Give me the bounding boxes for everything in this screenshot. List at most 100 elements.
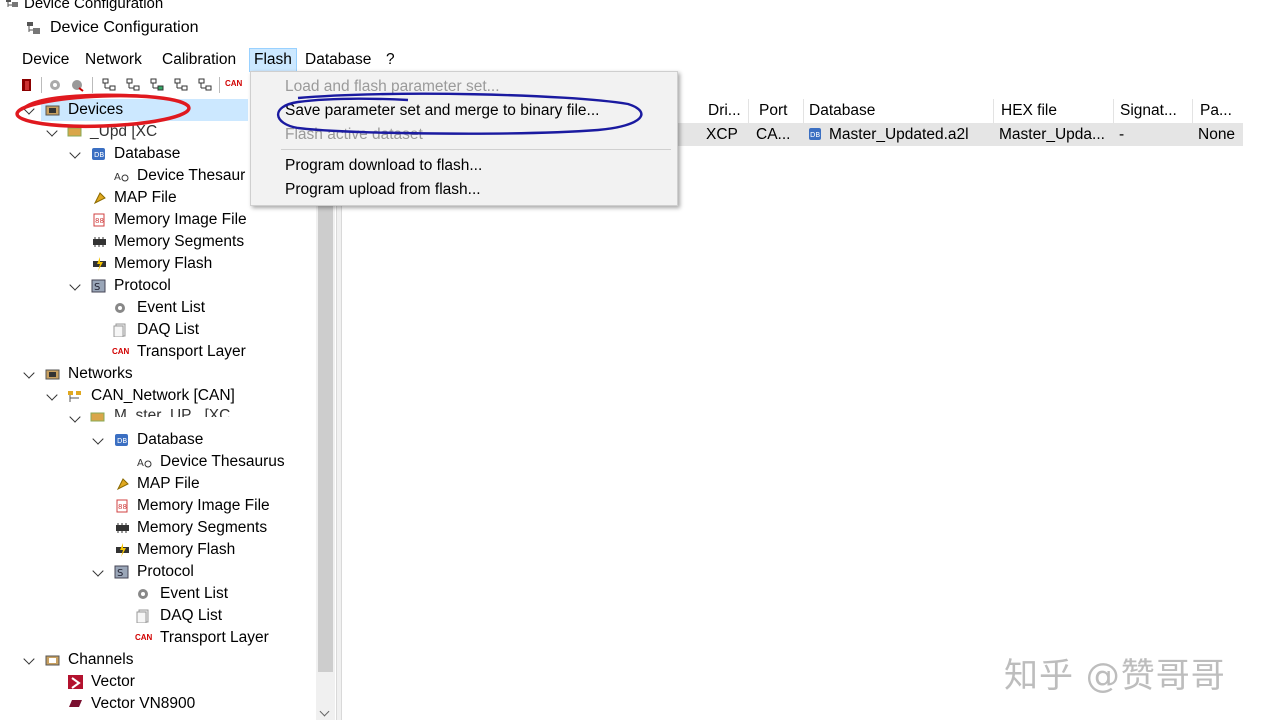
- tree-item-database[interactable]: Database: [114, 143, 180, 165]
- can-network-icon: [68, 391, 81, 402]
- cell-driver: XCP: [706, 126, 738, 143]
- chevron-down-icon[interactable]: [92, 433, 104, 445]
- map-file-icon: [93, 192, 106, 205]
- menu-device[interactable]: Device: [18, 49, 73, 71]
- can-icon: CAN: [135, 633, 153, 642]
- tree-item-memory-image-file[interactable]: Memory Image File: [114, 209, 247, 231]
- column-header-parameter[interactable]: Pa...: [1195, 99, 1243, 123]
- menu-item-program-download[interactable]: Program download to flash...: [285, 155, 482, 177]
- event-list-icon: [115, 303, 125, 313]
- window-subtitle: Device Configuration: [50, 19, 199, 36]
- database-icon: DB: [809, 128, 821, 140]
- memory-image-icon: 88: [93, 213, 105, 227]
- can-icon[interactable]: CAN: [225, 79, 242, 88]
- device-icon: [90, 412, 105, 422]
- memory-segments-icon: [93, 237, 106, 247]
- column-header-signature[interactable]: Signat...: [1115, 99, 1193, 123]
- svg-text:S: S: [94, 282, 100, 293]
- tree-item-memory-image-file[interactable]: Memory Image File: [137, 495, 270, 517]
- protocol-icon: S: [114, 565, 129, 579]
- chevron-down-icon[interactable]: [69, 279, 81, 291]
- cell-parameter: None: [1198, 126, 1236, 143]
- menu-network[interactable]: Network: [81, 49, 146, 71]
- tree-item-memory-flash[interactable]: Memory Flash: [114, 253, 212, 275]
- svg-text:88: 88: [95, 217, 104, 225]
- red-circle-annotation: [15, 93, 191, 129]
- svg-text:A: A: [114, 172, 121, 183]
- tree-item-map-file[interactable]: MAP File: [137, 473, 200, 495]
- tree-item-transport-layer[interactable]: Transport Layer: [160, 627, 269, 649]
- column-header-hex-file[interactable]: HEX file: [996, 99, 1114, 123]
- tree-item-memory-segments[interactable]: Memory Segments: [114, 231, 244, 253]
- tree-item-protocol[interactable]: Protocol: [137, 561, 194, 583]
- tree-item-device-thesaurus[interactable]: Device Thesaurus: [160, 451, 285, 473]
- tree-item-memory-segments[interactable]: Memory Segments: [137, 517, 267, 539]
- svg-text:S: S: [117, 568, 123, 579]
- tree-item-transport-layer[interactable]: Transport Layer: [137, 341, 246, 363]
- tree-item-map-file[interactable]: MAP File: [114, 187, 177, 209]
- device-config-icon: [6, 0, 18, 7]
- tree-item-vector-vn8900[interactable]: Vector VN8900: [91, 693, 195, 715]
- menu-database[interactable]: Database: [301, 49, 375, 71]
- database-icon: DB: [92, 148, 105, 160]
- event-list-icon: [138, 589, 148, 599]
- chevron-down-icon[interactable]: [69, 411, 81, 423]
- can-icon: CAN: [112, 347, 130, 356]
- device-config-icon: [27, 22, 40, 34]
- tree-item-can-network[interactable]: CAN_Network [CAN]: [91, 385, 235, 407]
- chevron-down-icon[interactable]: [23, 367, 35, 379]
- map-file-icon: [116, 478, 129, 491]
- tree-item-event-list[interactable]: Event List: [160, 583, 228, 605]
- svg-text:88: 88: [118, 503, 127, 511]
- network-properties-icon[interactable]: [198, 78, 212, 92]
- tree-item-database[interactable]: Database: [137, 429, 203, 451]
- scroll-down-icon[interactable]: [319, 706, 330, 717]
- cell-signature: -: [1119, 126, 1125, 143]
- memory-image-icon: 88: [116, 499, 128, 513]
- menu-calibration[interactable]: Calibration: [158, 49, 240, 71]
- tree-item-channels[interactable]: Channels: [68, 649, 134, 671]
- protocol-icon: S: [91, 279, 106, 293]
- svg-text:DB: DB: [117, 437, 127, 445]
- tree-item-protocol[interactable]: Protocol: [114, 275, 171, 297]
- column-header-driver[interactable]: Dri...: [703, 99, 749, 123]
- tree-item-networks[interactable]: Networks: [68, 363, 133, 385]
- svg-text:A: A: [137, 458, 144, 469]
- networks-folder-icon: [45, 369, 60, 380]
- cell-hex-file: Master_Upda...: [999, 126, 1105, 143]
- chevron-down-icon[interactable]: [23, 653, 35, 665]
- toolbar-separator: [219, 77, 220, 93]
- chevron-down-icon[interactable]: [46, 389, 58, 401]
- svg-text:DB: DB: [94, 151, 104, 159]
- chevron-down-icon[interactable]: [92, 565, 104, 577]
- memory-flash-icon: [116, 543, 129, 557]
- tree-item-vector[interactable]: Vector: [91, 671, 135, 693]
- menu-separator: [281, 149, 671, 150]
- tree-item-device-thesaurus[interactable]: Device Thesaur: [137, 165, 245, 187]
- chevron-down-icon[interactable]: [69, 147, 81, 159]
- svg-text:DB: DB: [810, 131, 820, 139]
- tree-item-daq-list[interactable]: DAQ List: [160, 605, 222, 627]
- menu-flash[interactable]: Flash: [249, 48, 297, 72]
- channels-folder-icon: [45, 655, 60, 666]
- daq-list-icon: [136, 609, 149, 623]
- column-header-database[interactable]: Database: [804, 99, 994, 123]
- menubar: Device Network Calibration Flash Databas…: [0, 47, 1272, 72]
- blue-circle-annotation: [277, 92, 643, 135]
- menu-item-program-upload[interactable]: Program upload from flash...: [285, 179, 481, 201]
- watermark: 知乎 @赞哥哥: [1004, 656, 1226, 696]
- tree-item-memory-flash[interactable]: Memory Flash: [137, 539, 235, 561]
- column-header-port[interactable]: Port: [754, 99, 804, 123]
- tree-item-daq-list[interactable]: DAQ List: [137, 319, 199, 341]
- vn8900-device-icon: [69, 700, 82, 707]
- memory-segments-icon: [116, 523, 129, 533]
- tree-item-network-device[interactable]: M_ster_UP_ [XC: [114, 405, 230, 417]
- menu-help[interactable]: ?: [382, 49, 399, 71]
- thesaurus-icon: A: [137, 458, 152, 469]
- tree-item-event-list[interactable]: Event List: [137, 297, 205, 319]
- thesaurus-icon: A: [114, 172, 129, 183]
- cell-database: Master_Updated.a2l: [829, 126, 969, 143]
- vector-logo-icon: [68, 675, 83, 689]
- cell-port: CA...: [756, 126, 791, 143]
- memory-flash-icon: [93, 257, 106, 271]
